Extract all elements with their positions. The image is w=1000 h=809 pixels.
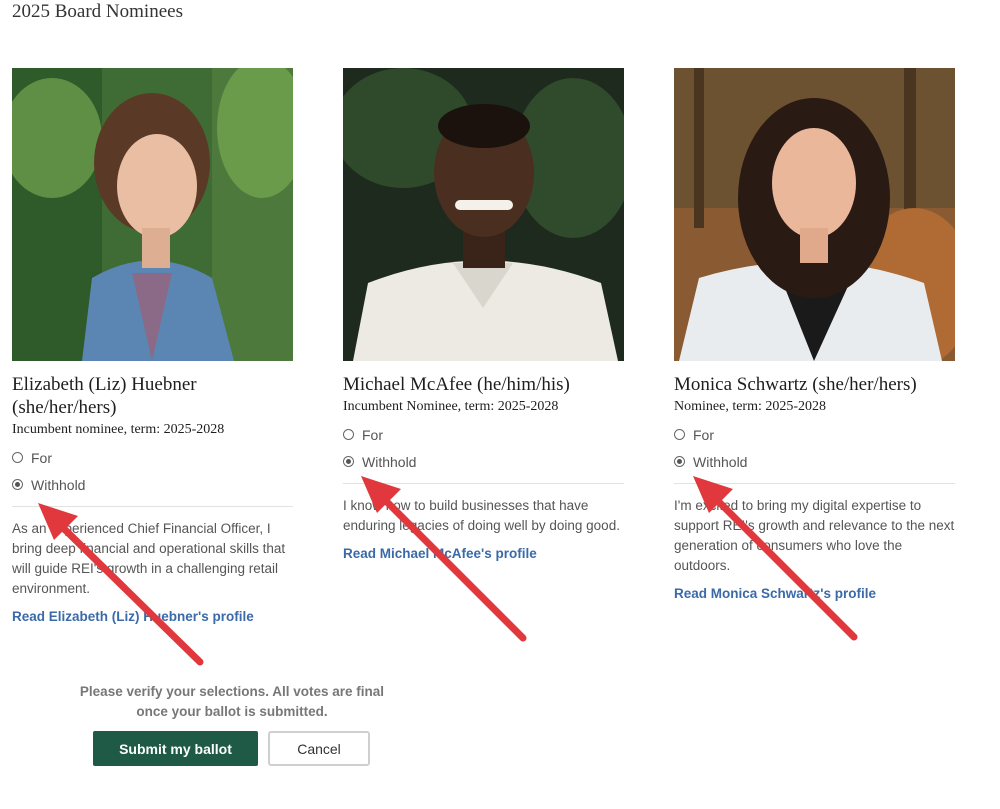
nominee-photo — [12, 68, 293, 361]
radio-button-selected[interactable] — [12, 479, 23, 490]
nominee-bio: I'm excited to bring my digital expertis… — [674, 498, 955, 573]
nominee-term: Incumbent nominee, term: 2025-2028 — [12, 422, 225, 437]
profile-link[interactable]: Read Elizabeth (Liz) Huebner's profile — [12, 609, 254, 624]
page-title: 2025 Board Nominees — [12, 1, 183, 22]
nominee-bio: I know how to build businesses that have… — [343, 498, 620, 533]
nominee-card: Monica Schwartz (she/her/hers) Nominee, … — [674, 68, 955, 603]
nominee-photo — [674, 68, 955, 361]
profile-link[interactable]: Read Michael McAfee's profile — [343, 546, 537, 561]
submit-ballot-button[interactable]: Submit my ballot — [93, 731, 258, 766]
nominee-bio: As an experienced Chief Financial Office… — [12, 521, 286, 596]
verify-notice: Please verify your selections. All votes… — [79, 684, 385, 719]
option-label: Withhold — [362, 453, 417, 470]
divider — [674, 483, 955, 484]
vote-for-option[interactable]: For — [12, 444, 293, 471]
radio-button-selected[interactable] — [674, 456, 685, 467]
option-label: Withhold — [693, 453, 748, 470]
divider — [12, 506, 293, 507]
nominee-card: Michael McAfee (he/him/his) Incumbent No… — [343, 68, 624, 563]
vote-withhold-option[interactable]: Withhold — [674, 448, 955, 475]
nominee-term: Incumbent Nominee, term: 2025-2028 — [343, 399, 559, 414]
cancel-button[interactable]: Cancel — [268, 731, 370, 766]
option-label: For — [31, 449, 52, 466]
option-label: Withhold — [31, 476, 86, 493]
nominee-card: Elizabeth (Liz) Huebner (she/her/hers) I… — [12, 68, 293, 626]
nominee-name: Monica Schwartz (she/her/hers) — [674, 374, 917, 395]
nominee-photo — [343, 68, 624, 361]
radio-button[interactable] — [343, 429, 354, 440]
nominee-name: Elizabeth (Liz) Huebner (she/her/hers) — [12, 374, 197, 418]
profile-link[interactable]: Read Monica Schwartz's profile — [674, 586, 876, 601]
nominee-term: Nominee, term: 2025-2028 — [674, 399, 827, 414]
radio-button[interactable] — [12, 452, 23, 463]
radio-button-selected[interactable] — [343, 456, 354, 467]
nominee-name: Michael McAfee (he/him/his) — [343, 374, 570, 395]
radio-button[interactable] — [674, 429, 685, 440]
vote-for-option[interactable]: For — [674, 421, 955, 448]
vote-withhold-option[interactable]: Withhold — [343, 448, 624, 475]
vote-withhold-option[interactable]: Withhold — [12, 471, 293, 498]
vote-for-option[interactable]: For — [343, 421, 624, 448]
option-label: For — [693, 426, 714, 443]
divider — [343, 483, 624, 484]
option-label: For — [362, 426, 383, 443]
